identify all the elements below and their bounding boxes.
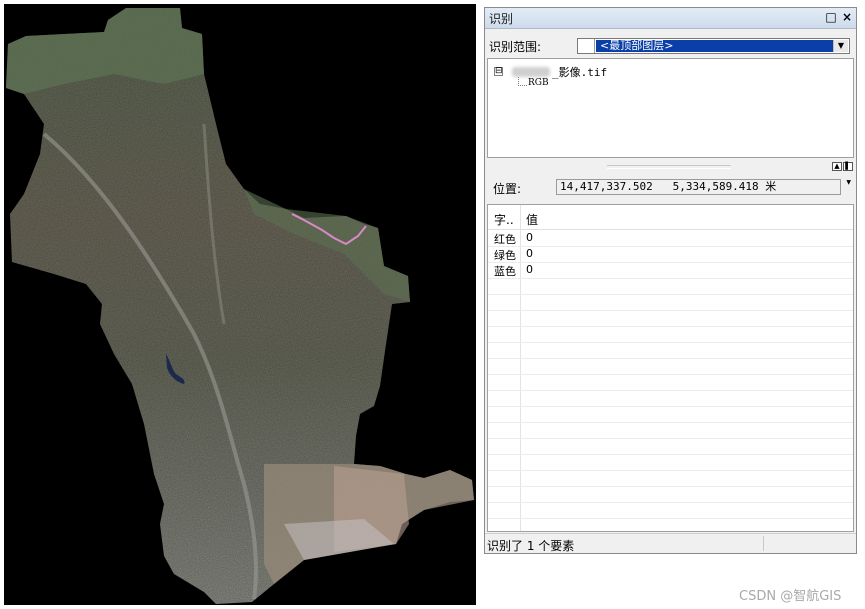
raster-image xyxy=(6,8,474,604)
table-row[interactable]: 红色 0 xyxy=(488,230,853,247)
status-divider xyxy=(763,536,764,551)
table-row[interactable]: 蓝色 0 xyxy=(488,262,853,279)
column-header-value[interactable]: 值 xyxy=(526,211,538,228)
redacted-name xyxy=(512,67,550,77)
panel-splitter[interactable]: ▲ ▌ xyxy=(485,161,856,171)
tree-connector xyxy=(518,77,527,86)
chevron-down-icon[interactable]: ▼ xyxy=(833,40,848,52)
collapse-icon[interactable]: ⊟ xyxy=(494,67,503,76)
empty-row xyxy=(488,502,853,519)
identify-window[interactable]: 识别 □ × 识别范围: <最顶部图层> ▼ ⊟ _影像.tif RGB ▲ ▌… xyxy=(484,7,857,554)
title-bar[interactable]: 识别 □ × xyxy=(485,8,856,29)
empty-row xyxy=(488,422,853,439)
close-icon[interactable]: × xyxy=(840,10,854,24)
empty-row xyxy=(488,358,853,375)
identify-from-label: 识别范围: xyxy=(489,40,542,54)
tree-node-rgb[interactable]: RGB xyxy=(528,78,549,88)
value-cell: 0 xyxy=(526,247,533,260)
field-cell: 蓝色 xyxy=(494,265,516,278)
split-toggle-icon[interactable]: ▌ xyxy=(843,162,853,171)
field-cell: 绿色 xyxy=(494,249,516,262)
location-field[interactable]: 14,417,337.502 5,334,589.418 米 xyxy=(556,179,841,195)
tree-node-layer[interactable]: _影像.tif xyxy=(552,64,607,80)
map-canvas[interactable] xyxy=(4,4,476,605)
status-text: 识别了 1 个要素 xyxy=(487,539,575,553)
layer-checkbox[interactable] xyxy=(578,39,595,53)
grid-header: 字.. 值 xyxy=(488,205,853,230)
attribute-grid[interactable]: 字.. 值 红色 0 绿色 0 蓝色 0 xyxy=(487,204,854,532)
location-row: 位置: 14,417,337.502 5,334,589.418 米 ▼ xyxy=(485,176,856,198)
value-cell: 0 xyxy=(526,231,533,244)
empty-row xyxy=(488,278,853,295)
collapse-up-icon[interactable]: ▲ xyxy=(832,162,842,171)
splitter-grip[interactable] xyxy=(607,165,731,169)
column-header-field[interactable]: 字.. xyxy=(494,211,514,228)
empty-row xyxy=(488,310,853,327)
empty-row xyxy=(488,326,853,343)
empty-row xyxy=(488,454,853,471)
identify-from-row: 识别范围: <最顶部图层> ▼ xyxy=(485,34,856,56)
status-bar: 识别了 1 个要素 xyxy=(485,533,856,554)
watermark: CSDN @智航GIS xyxy=(739,589,842,604)
restore-icon[interactable]: □ xyxy=(824,10,838,24)
window-title: 识别 xyxy=(489,12,514,26)
empty-row xyxy=(488,342,853,359)
results-tree[interactable]: ⊟ _影像.tif RGB xyxy=(487,58,854,158)
empty-row xyxy=(488,390,853,407)
location-label: 位置: xyxy=(493,182,522,196)
empty-row xyxy=(488,374,853,391)
identify-from-dropdown[interactable]: <最顶部图层> ▼ xyxy=(577,38,850,54)
value-cell: 0 xyxy=(526,263,533,276)
table-row[interactable]: 绿色 0 xyxy=(488,246,853,263)
empty-row xyxy=(488,438,853,455)
location-dropdown-icon[interactable]: ▼ xyxy=(846,179,851,186)
empty-row xyxy=(488,486,853,503)
empty-row xyxy=(488,406,853,423)
identify-from-value: <最顶部图层> xyxy=(596,40,833,52)
field-cell: 红色 xyxy=(494,233,516,246)
empty-row xyxy=(488,470,853,487)
empty-row xyxy=(488,294,853,311)
